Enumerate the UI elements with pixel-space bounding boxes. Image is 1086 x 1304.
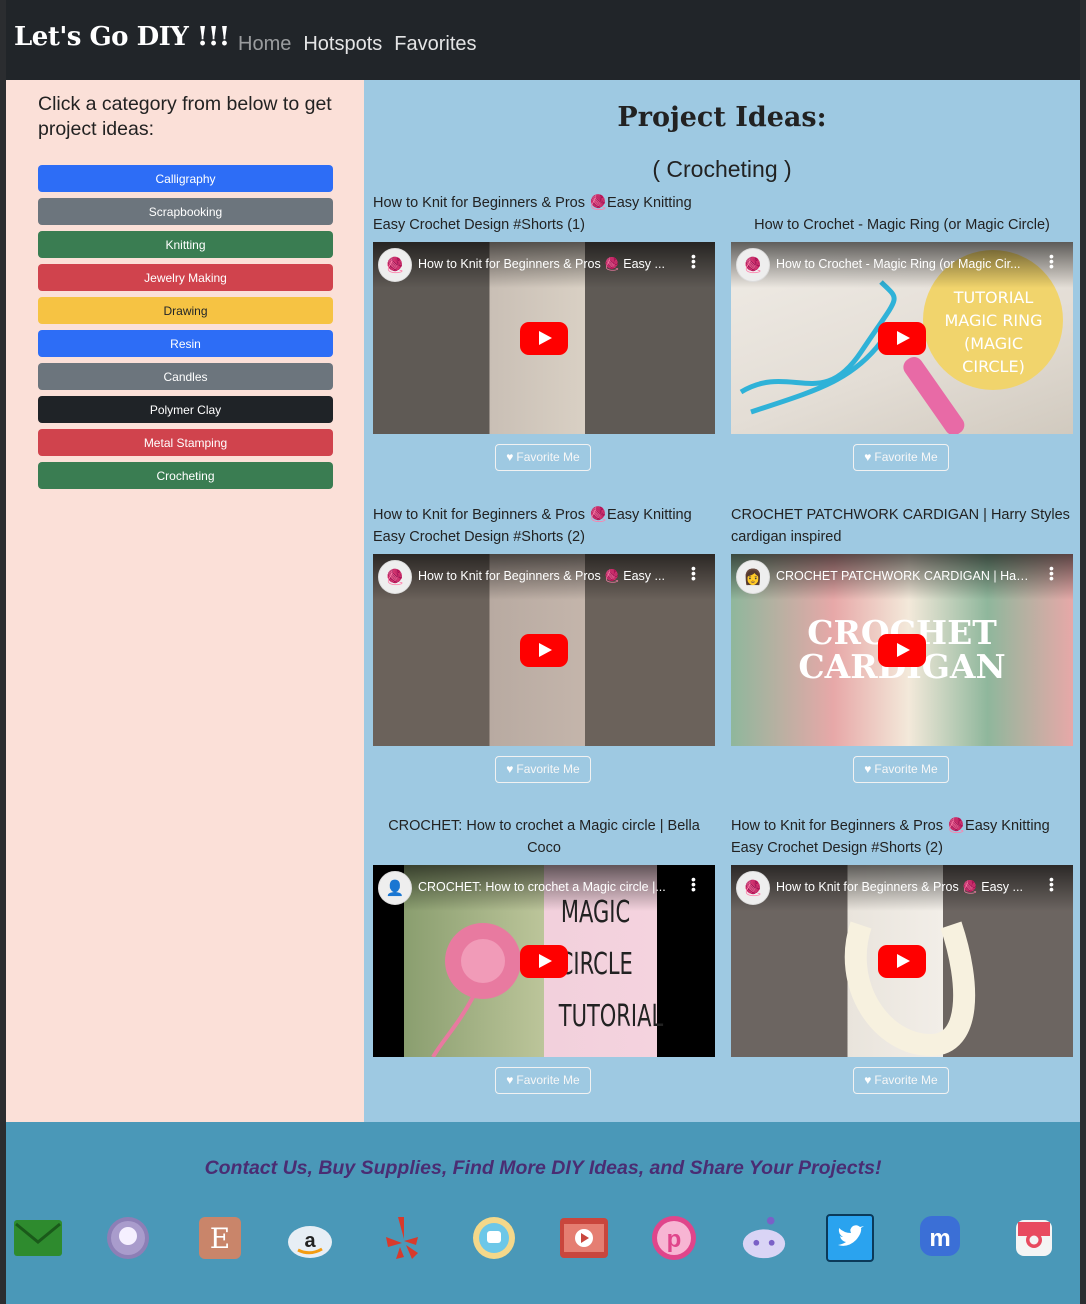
- project-ideas-panel: Project Ideas: ( Crocheting ) How to Kni…: [364, 80, 1080, 1122]
- category-crocheting-button[interactable]: Crocheting: [38, 462, 333, 489]
- video-card-title: How to Knit for Beginners & Pros 🧶Easy K…: [373, 507, 692, 545]
- channel-avatar[interactable]: 👤: [378, 871, 412, 905]
- category-metal-stamping-button[interactable]: Metal Stamping: [38, 429, 333, 456]
- pinterest-icon[interactable]: p: [650, 1214, 698, 1262]
- youtube-icon[interactable]: [560, 1214, 608, 1262]
- channel-avatar[interactable]: 🧶: [378, 248, 412, 282]
- category-jewelry-making-button[interactable]: Jewelry Making: [38, 264, 333, 291]
- video-embed[interactable]: CROCHET CARDIGAN 👩 CROCHET PATCHWORK CAR…: [731, 554, 1073, 746]
- video-embed-title[interactable]: How to Knit for Beginners & Pros 🧶 Easy …: [418, 569, 673, 584]
- category-candles-button[interactable]: Candles: [38, 363, 333, 390]
- favorite-button[interactable]: ♥ Favorite Me: [853, 444, 949, 471]
- heart-icon: ♥: [506, 762, 514, 776]
- favorite-button[interactable]: ♥ Favorite Me: [495, 444, 591, 471]
- favorite-button[interactable]: ♥ Favorite Me: [853, 1067, 949, 1094]
- category-calligraphy-button[interactable]: Calligraphy: [38, 165, 333, 192]
- favorite-button[interactable]: ♥ Favorite Me: [495, 756, 591, 783]
- heart-icon: ♥: [864, 1073, 872, 1087]
- nav-home[interactable]: Home: [238, 33, 291, 56]
- video-card: How to Crochet - Magic Ring (or Magic Ci…: [731, 217, 1073, 471]
- brand-logo[interactable]: Let's Go DIY !!!: [14, 22, 230, 52]
- social-links: E a p m: [14, 1214, 1074, 1270]
- video-embed-title[interactable]: How to Knit for Beginners & Pros 🧶 Easy …: [418, 257, 673, 272]
- video-card: CROCHET PATCHWORK CARDIGAN | Harry Style…: [731, 507, 1073, 783]
- video-embed[interactable]: 🧶 How to Knit for Beginners & Pros 🧶 Eas…: [373, 242, 715, 434]
- video-card: How to Knit for Beginners & Pros 🧶Easy K…: [731, 818, 1073, 1094]
- github-icon[interactable]: [104, 1214, 152, 1262]
- svg-text:a: a: [304, 1230, 316, 1252]
- category-scrapbooking-button[interactable]: Scrapbooking: [38, 198, 333, 225]
- video-embed-title[interactable]: How to Crochet - Magic Ring (or Magic Ci…: [776, 257, 1031, 271]
- mastodon-icon[interactable]: m: [916, 1214, 964, 1262]
- video-card: CROCHET: How to crochet a Magic circle |…: [373, 818, 715, 1094]
- heart-icon: ♥: [864, 450, 872, 464]
- video-embed[interactable]: 🧶 How to Knit for Beginners & Pros 🧶 Eas…: [373, 554, 715, 746]
- footer-text: Contact Us, Buy Supplies, Find More DIY …: [204, 1157, 882, 1179]
- video-embed-title[interactable]: How to Knit for Beginners & Pros 🧶 Easy …: [776, 880, 1031, 895]
- thumbnail-overlay-text: TUTORIAL MAGIC RING (MAGIC CIRCLE): [944, 288, 1043, 376]
- page-title: Project Ideas:: [617, 102, 827, 133]
- footer: Contact Us, Buy Supplies, Find More DIY …: [6, 1122, 1080, 1304]
- more-options-icon[interactable]: • • •: [691, 561, 696, 585]
- svg-text:E: E: [210, 1222, 230, 1255]
- reddit-icon[interactable]: [740, 1214, 788, 1262]
- play-button[interactable]: [878, 634, 926, 667]
- video-embed-title[interactable]: CROCHET PATCHWORK CARDIGAN | Harr...: [776, 569, 1031, 583]
- twitter-icon[interactable]: [826, 1214, 874, 1262]
- category-drawing-button[interactable]: Drawing: [38, 297, 333, 324]
- more-options-icon[interactable]: • • •: [691, 872, 696, 896]
- more-options-icon[interactable]: • • •: [1049, 249, 1054, 273]
- video-card: How to Knit for Beginners & Pros 🧶Easy K…: [373, 195, 715, 471]
- nav-links: Home Hotspots Favorites: [238, 33, 477, 56]
- video-card: How to Knit for Beginners & Pros 🧶Easy K…: [373, 507, 715, 783]
- play-button[interactable]: [878, 322, 926, 355]
- video-embed[interactable]: 🧶 How to Knit for Beginners & Pros 🧶 Eas…: [731, 865, 1073, 1057]
- play-button[interactable]: [520, 634, 568, 667]
- more-options-icon[interactable]: • • •: [1049, 561, 1054, 585]
- heart-icon: ♥: [864, 762, 872, 776]
- video-card-title: How to Crochet - Magic Ring (or Magic Ci…: [754, 216, 1050, 233]
- navbar: Let's Go DIY !!! Home Hotspots Favorites: [6, 0, 1080, 80]
- channel-avatar[interactable]: 🧶: [378, 560, 412, 594]
- category-resin-button[interactable]: Resin: [38, 330, 333, 357]
- instagram-icon[interactable]: [1010, 1214, 1058, 1262]
- category-list: Calligraphy Scrapbooking Knitting Jewelr…: [38, 165, 333, 495]
- svg-text:m: m: [929, 1225, 950, 1252]
- play-button[interactable]: [878, 945, 926, 978]
- category-polymer-clay-button[interactable]: Polymer Clay: [38, 396, 333, 423]
- video-card-title: How to Knit for Beginners & Pros 🧶Easy K…: [731, 818, 1050, 856]
- category-subtitle: ( Crocheting ): [652, 156, 792, 182]
- video-embed[interactable]: MAGIC CIRCLE TUTORIAL 👤 CROCHET: How to …: [373, 865, 715, 1057]
- favorite-button[interactable]: ♥ Favorite Me: [853, 756, 949, 783]
- category-sidebar: Click a category from below to get proje…: [6, 80, 364, 1122]
- play-button[interactable]: [520, 322, 568, 355]
- video-card-title: CROCHET PATCHWORK CARDIGAN | Harry Style…: [731, 507, 1070, 545]
- yelp-icon[interactable]: [378, 1214, 426, 1262]
- play-button[interactable]: [520, 945, 568, 978]
- heart-icon: ♥: [506, 450, 514, 464]
- channel-avatar[interactable]: 👩: [736, 560, 770, 594]
- waze-icon[interactable]: [470, 1214, 518, 1262]
- channel-avatar[interactable]: 🧶: [736, 871, 770, 905]
- svg-text:p: p: [667, 1226, 682, 1253]
- video-embed-title[interactable]: CROCHET: How to crochet a Magic circle |…: [418, 880, 673, 894]
- page-frame: Let's Go DIY !!! Home Hotspots Favorites…: [6, 0, 1080, 1304]
- video-card-title: CROCHET: How to crochet a Magic circle |…: [388, 818, 700, 856]
- video-embed[interactable]: TUTORIAL MAGIC RING (MAGIC CIRCLE) 🧶 How…: [731, 242, 1073, 434]
- mail-icon[interactable]: [14, 1214, 62, 1262]
- more-options-icon[interactable]: • • •: [691, 249, 696, 273]
- favorite-button[interactable]: ♥ Favorite Me: [495, 1067, 591, 1094]
- amazon-icon[interactable]: a: [286, 1214, 334, 1262]
- channel-avatar[interactable]: 🧶: [736, 248, 770, 282]
- sidebar-heading: Click a category from below to get proje…: [38, 93, 332, 140]
- etsy-icon[interactable]: E: [196, 1214, 244, 1262]
- nav-hotspots[interactable]: Hotspots: [303, 33, 382, 56]
- more-options-icon[interactable]: • • •: [1049, 872, 1054, 896]
- category-knitting-button[interactable]: Knitting: [38, 231, 333, 258]
- nav-favorites[interactable]: Favorites: [394, 33, 476, 56]
- heart-icon: ♥: [506, 1073, 514, 1087]
- video-card-title: How to Knit for Beginners & Pros 🧶Easy K…: [373, 195, 692, 233]
